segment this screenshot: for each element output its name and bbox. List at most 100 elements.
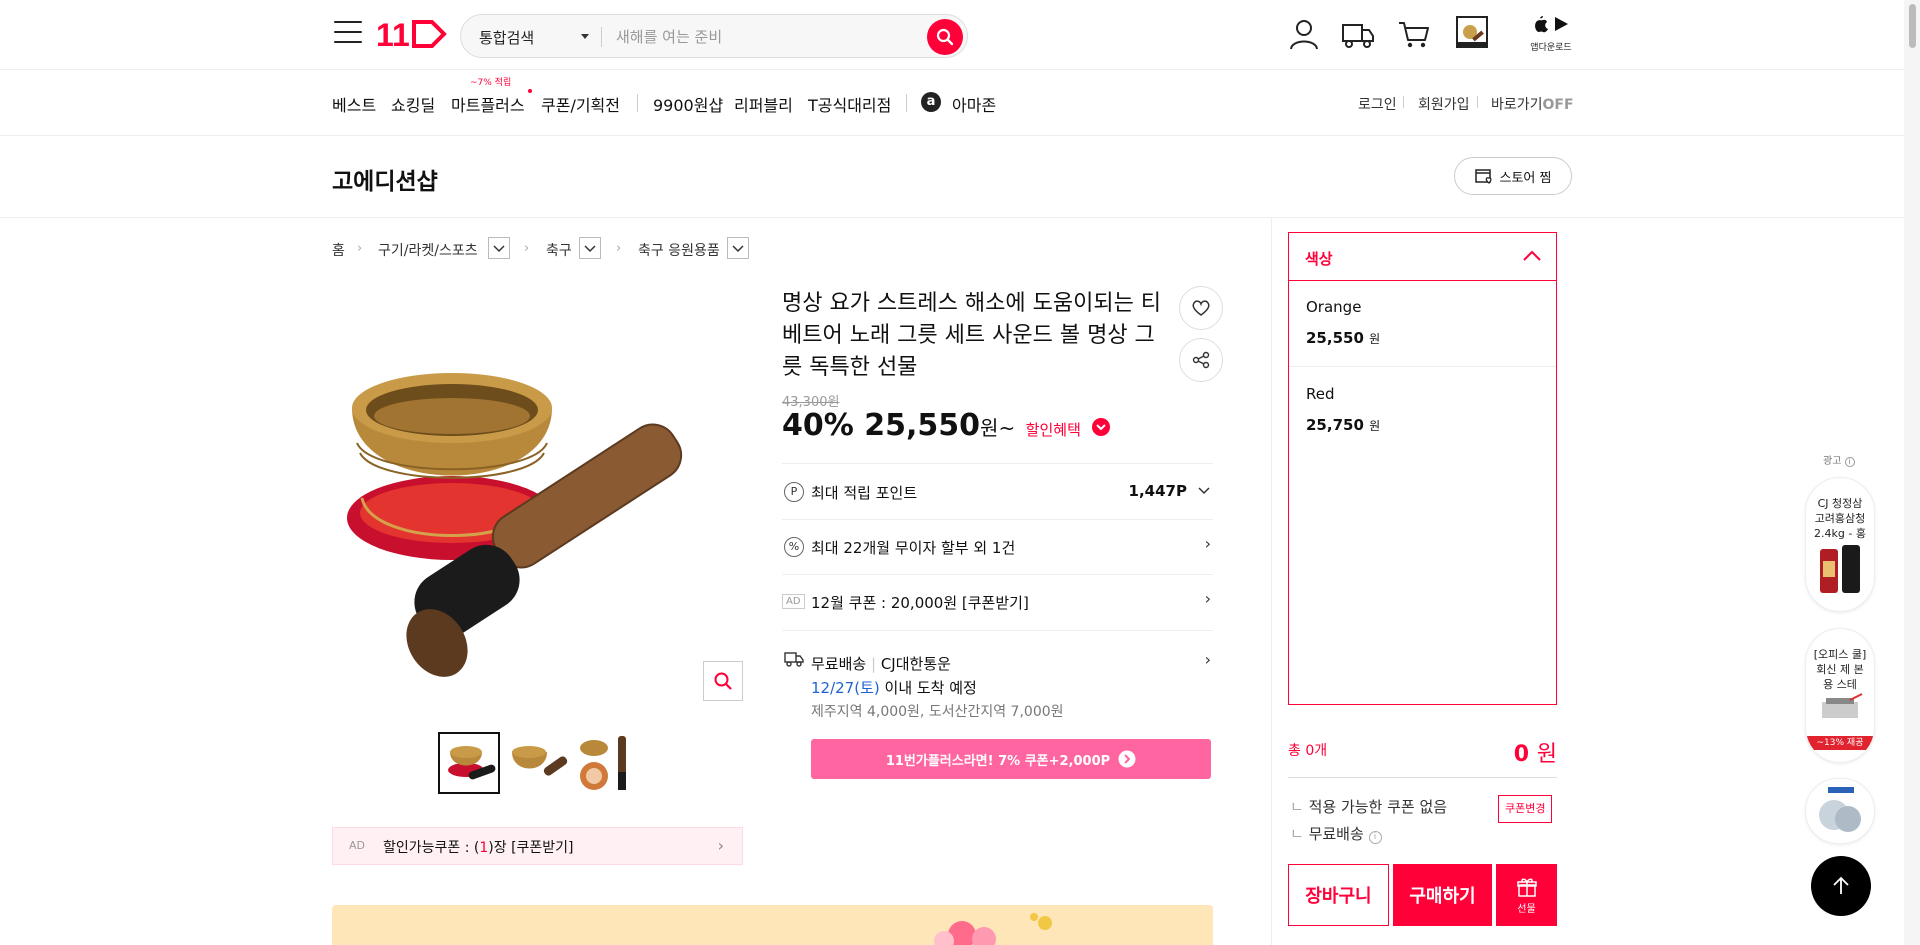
breadcrumb-category-1[interactable]: 구기/라켓/스포츠 — [378, 240, 478, 260]
search-button[interactable] — [927, 19, 963, 55]
info-icon[interactable]: i — [1844, 457, 1855, 467]
chevron-down-icon[interactable] — [581, 34, 589, 39]
ad-card-2-text: [오피스 쿨] 회신 제 본용 스테 — [1813, 648, 1867, 691]
nav-t-official[interactable]: T공식대리점 — [808, 92, 891, 116]
truck-icon — [784, 652, 804, 667]
breadcrumb-home[interactable]: 홈 — [332, 240, 345, 260]
shipping-row[interactable]: 무료배송 | CJ대한통운 12/27(토) 이내 도착 예정 제주지역 4,0… — [782, 630, 1213, 730]
site-logo[interactable]: 11 — [376, 16, 448, 53]
shop-bar: 고에디션샵 스토어 찜 — [0, 136, 1920, 218]
thumbnail-2[interactable] — [507, 732, 569, 794]
gift-button[interactable]: 선물 — [1496, 864, 1557, 926]
breadcrumb-category-2[interactable]: 축구 — [546, 240, 572, 260]
menu-icon[interactable] — [334, 21, 362, 45]
shortcut-toggle[interactable]: 바로가기OFF — [1491, 94, 1574, 114]
chevron-right-icon: › — [524, 241, 530, 256]
store-heart-icon — [1474, 169, 1491, 184]
shipping-line: 무료배송 | CJ대한통운 — [811, 655, 951, 673]
search-category-select[interactable]: 통합검색 — [479, 27, 534, 48]
signup-link[interactable]: 회원가입 — [1418, 94, 1470, 114]
benefit-toggle-icon[interactable] — [1091, 417, 1111, 437]
thumbnail-3[interactable] — [574, 732, 636, 794]
plus-membership-button[interactable]: 11번가플러스라면! 7% 쿠폰+2,000P — [811, 739, 1211, 779]
wishlist-button[interactable] — [1179, 286, 1223, 330]
shop-name[interactable]: 고에디션샵 — [332, 162, 438, 196]
ad-card-1-image — [1820, 545, 1860, 593]
arrival-text: 이내 도착 예정 — [884, 679, 977, 697]
app-store-icons — [1535, 16, 1568, 33]
scrollbar[interactable] — [1904, 0, 1920, 945]
coupon-change-button[interactable]: 쿠폰변경 — [1498, 795, 1553, 823]
search-input[interactable] — [616, 23, 916, 51]
discount-benefit-link[interactable]: 할인혜택 — [1026, 421, 1081, 439]
scrollbar-thumb[interactable] — [1909, 4, 1916, 48]
scroll-to-top-button[interactable] — [1811, 856, 1871, 916]
nav-amazon[interactable]: 아마존 — [952, 92, 996, 116]
app-download-label: 앱다운로드 — [1530, 43, 1572, 53]
option-item[interactable]: Red 25,750 원 — [1289, 367, 1556, 453]
arrow-up-icon — [1833, 876, 1849, 894]
product-title: 명상 요가 스트레스 해소에 도움이되는 티베트어 노래 그릇 세트 사운드 볼… — [782, 291, 1162, 380]
content-divider — [1271, 218, 1272, 945]
option-name: Orange — [1306, 298, 1362, 316]
breadcrumb-dropdown-2[interactable] — [579, 237, 601, 259]
info-icon[interactable]: i — [1368, 831, 1382, 844]
arrival-line: 12/27(토) 이내 도착 예정 — [811, 677, 977, 698]
installment-row[interactable]: % 최대 22개월 무이자 할부 외 1건 › — [782, 519, 1213, 574]
thumbnail-1[interactable] — [438, 732, 500, 794]
breadcrumb-dropdown-1[interactable] — [488, 237, 510, 259]
coupon-bar-text: 할인가능쿠폰 : (1)장 [쿠폰받기] — [383, 840, 574, 856]
percent-icon: % — [784, 537, 804, 557]
user-icon[interactable] — [1286, 16, 1322, 52]
recent-viewed-icon[interactable] — [1454, 14, 1490, 50]
point-icon: P — [784, 482, 804, 502]
login-link[interactable]: 로그인 — [1358, 94, 1397, 114]
product-main-image[interactable] — [332, 288, 742, 698]
ad-card-1-text: CJ 청정삼 고려홍삼청 2.4kg - 홍 — [1814, 497, 1866, 540]
ad-card-2[interactable]: [오피스 쿨] 회신 제 본용 스테 ~13% 재공 — [1805, 628, 1875, 763]
nav-refurbly[interactable]: 리퍼블리 — [734, 92, 793, 116]
search-box: 통합검색 — [460, 14, 968, 58]
option-item[interactable]: Orange 25,550 원 — [1289, 281, 1556, 367]
total-count: 총 0개 — [1288, 743, 1328, 759]
points-label: 최대 적립 포인트 — [811, 484, 918, 502]
plus-banner-text: 11번가플러스라면! 7% 쿠폰+2,000P — [885, 753, 1111, 769]
delivery-truck-icon[interactable] — [1340, 16, 1376, 52]
breadcrumb-dropdown-3[interactable] — [727, 237, 749, 259]
app-download-link[interactable]: 앱다운로드 — [1528, 14, 1574, 54]
store-fav-button[interactable]: 스토어 찜 — [1454, 157, 1572, 195]
amazon-icon: a — [921, 92, 941, 112]
nav-divider — [906, 94, 907, 112]
add-to-cart-button[interactable]: 장바구니 — [1288, 864, 1389, 926]
option-panel: 색상 Orange 25,550 원 Red 25,750 원 — [1288, 232, 1557, 705]
heart-icon — [1192, 300, 1210, 316]
nav-best[interactable]: 베스트 — [332, 92, 376, 116]
option-header[interactable]: 색상 — [1289, 233, 1556, 281]
coupon-ad-text: 12월 쿠폰 : 20,000원 [쿠폰받기] — [811, 594, 1029, 612]
points-row[interactable]: P 최대 적립 포인트 1,447P — [782, 463, 1213, 519]
installment-text: 최대 22개월 무이자 할부 외 1건 — [811, 539, 1016, 557]
option-name: Red — [1306, 385, 1335, 403]
cart-icon[interactable] — [1396, 16, 1432, 52]
breadcrumb-category-3[interactable]: 축구 응원용품 — [638, 240, 720, 260]
discount-rate: 40% — [782, 408, 854, 443]
ad-label: 광고 i — [1823, 452, 1855, 467]
nav-mart-plus[interactable]: 마트플러스 — [451, 92, 525, 116]
buy-now-button[interactable]: 구매하기 — [1393, 864, 1492, 926]
zoom-button[interactable] — [703, 661, 743, 701]
share-button[interactable] — [1179, 338, 1223, 382]
coupon-ad-row[interactable]: AD 12월 쿠폰 : 20,000원 [쿠폰받기] › — [782, 574, 1213, 630]
ad-card-3[interactable] — [1805, 778, 1875, 844]
ad-card-1[interactable]: CJ 청정삼 고려홍삼청 2.4kg - 홍 — [1805, 477, 1875, 612]
nav-9900-shop[interactable]: 9900원샵 — [653, 92, 723, 116]
nav-shocking-deal[interactable]: 쇼킹딜 — [391, 92, 435, 116]
share-icon — [1192, 351, 1210, 369]
promo-banner[interactable] — [332, 905, 1213, 945]
chevron-right-icon: › — [357, 241, 363, 256]
sale-price: 25,550 — [864, 408, 981, 443]
nav-coupon-event[interactable]: 쿠폰/기획전 — [541, 92, 620, 116]
chevron-up-icon — [1523, 250, 1541, 261]
discount-coupon-bar[interactable]: AD 할인가능쿠폰 : (1)장 [쿠폰받기] › — [332, 827, 743, 865]
ad-card-2-badge: ~13% 재공 — [1806, 736, 1874, 750]
option-price: 25,750 원 — [1306, 416, 1381, 434]
